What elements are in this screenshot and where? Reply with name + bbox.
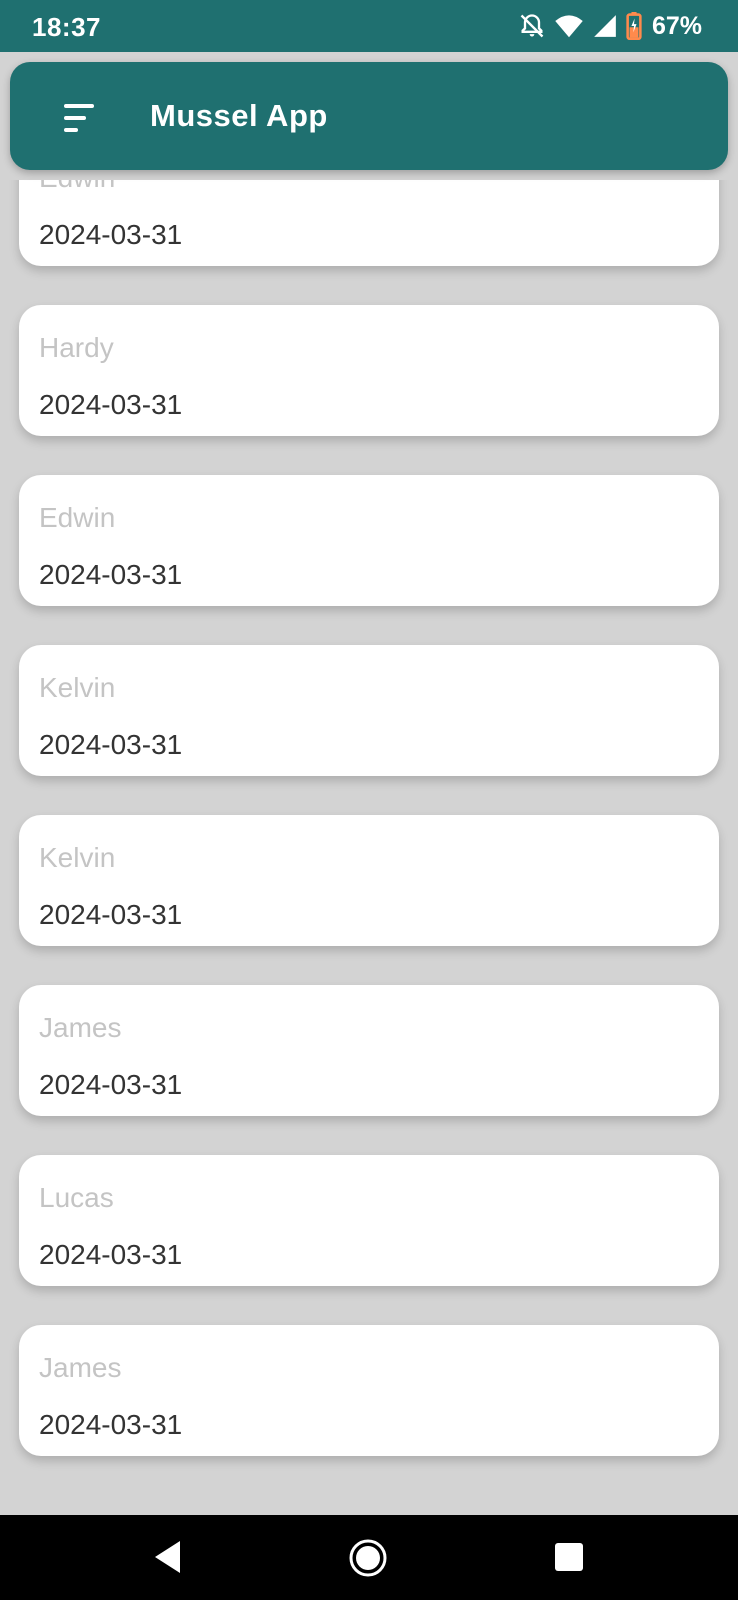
record-date: 2024-03-31: [39, 219, 183, 250]
status-bar: 18:37 67%: [0, 0, 738, 52]
home-icon[interactable]: [348, 1538, 388, 1578]
sort-menu-icon[interactable]: [54, 98, 102, 138]
notifications-off-icon: [520, 14, 544, 38]
record-date: 2024-03-31: [39, 1069, 183, 1100]
record-date: 2024-03-31: [39, 559, 183, 590]
record-date: 2024-03-31: [39, 1409, 183, 1440]
record-date: 2024-03-31: [39, 1239, 183, 1270]
record-name: Edwin: [39, 180, 115, 194]
record-card[interactable]: Kelvin 2024-03-31: [19, 815, 719, 946]
status-time: 18:37: [32, 12, 101, 42]
app-bar: Mussel App: [10, 62, 728, 170]
cell-signal-icon: [594, 15, 616, 37]
battery-percent: 67%: [651, 11, 702, 40]
record-card[interactable]: Edwin 2024-03-31: [19, 475, 719, 606]
recents-icon[interactable]: [555, 1543, 583, 1571]
record-date: 2024-03-31: [39, 729, 183, 760]
record-name: James: [39, 1352, 122, 1383]
back-icon[interactable]: [152, 1539, 182, 1575]
status-icons: 67%: [518, 10, 702, 42]
record-name: Edwin: [39, 502, 116, 533]
record-name: Lucas: [39, 1182, 114, 1213]
record-card[interactable]: Kelvin 2024-03-31: [19, 645, 719, 776]
record-date: 2024-03-31: [39, 899, 183, 930]
record-date: 2024-03-31: [39, 389, 183, 420]
record-name: Kelvin: [39, 672, 116, 703]
record-name: Kelvin: [39, 842, 116, 873]
page-title: Mussel App: [150, 98, 328, 133]
navigation-bar: [0, 1515, 738, 1600]
record-card[interactable]: Hardy 2024-03-31: [19, 305, 719, 436]
record-name: Hardy: [39, 332, 114, 363]
record-list[interactable]: Edwin 2024-03-31 Hardy 2024-03-31 Edwin …: [0, 180, 738, 1515]
record-name: James: [39, 1012, 122, 1043]
record-card[interactable]: James 2024-03-31: [19, 985, 719, 1116]
battery-charging-icon: [626, 12, 642, 40]
wifi-icon: [555, 15, 583, 38]
record-card[interactable]: James 2024-03-31: [19, 1325, 719, 1456]
record-card[interactable]: Lucas 2024-03-31: [19, 1155, 719, 1286]
record-card[interactable]: Edwin 2024-03-31: [19, 180, 719, 266]
